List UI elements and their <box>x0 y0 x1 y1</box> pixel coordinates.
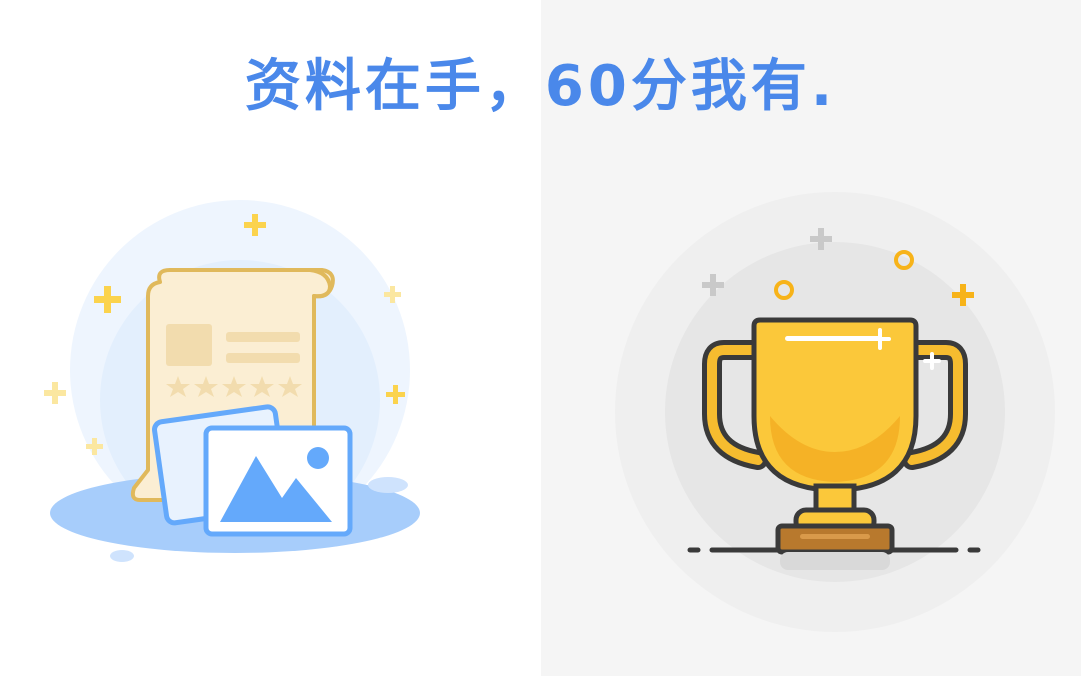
cup-highlight <box>785 336 881 341</box>
document-with-photos-icon <box>44 200 420 562</box>
trophy-shadow <box>780 552 890 570</box>
headline: 资料在手，60分我有. <box>244 54 837 119</box>
ground-blob-small <box>110 550 134 562</box>
trophy-icon <box>615 192 1055 632</box>
scroll-text-line <box>226 332 300 342</box>
photo-front-icon <box>203 425 353 537</box>
page: 资料在手，60分我有. <box>0 0 1081 676</box>
scroll-image-placeholder <box>166 324 212 366</box>
ground-blob <box>368 477 408 493</box>
scroll-text-line <box>226 353 300 363</box>
sparkle-icon <box>44 382 66 404</box>
